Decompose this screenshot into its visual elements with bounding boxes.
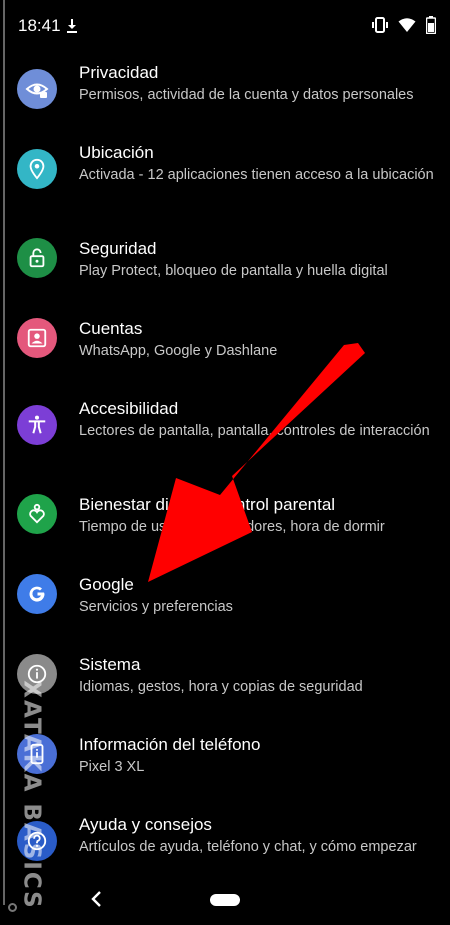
setting-title: Seguridad [79, 239, 157, 258]
setting-title: Cuentas [79, 319, 143, 338]
download-icon [67, 19, 77, 33]
setting-item-ubicacion[interactable]: Ubicación Activada - 12 aplicaciones tie… [0, 140, 450, 210]
setting-subtitle: Pixel 3 XL [79, 759, 145, 775]
setting-subtitle: Activada - 12 aplicaciones tienen acceso… [79, 167, 434, 183]
setting-subtitle: Lectores de pantalla, pantalla, controle… [79, 423, 430, 439]
account-box-icon [17, 318, 57, 358]
setting-title: Sistema [79, 655, 141, 674]
setting-subtitle: Tiempo de uso, temporizadores, hora de d… [79, 519, 385, 535]
setting-item-bienestar-digital[interactable]: Bienestar digital y control parental Tie… [0, 492, 450, 552]
setting-item-sistema[interactable]: Sistema Idiomas, gestos, hora y copias d… [0, 652, 450, 712]
battery-icon [426, 16, 436, 34]
setting-title: Google [79, 575, 134, 594]
setting-subtitle: Permisos, actividad de la cuenta y datos… [79, 87, 414, 103]
setting-item-privacidad[interactable]: Privacidad Permisos, actividad de la cue… [0, 60, 450, 130]
vibrate-icon [372, 17, 388, 33]
setting-title: Información del teléfono [79, 735, 261, 754]
setting-item-accesibilidad[interactable]: Accesibilidad Lectores de pantalla, pant… [0, 396, 450, 466]
setting-subtitle: Idiomas, gestos, hora y copias de seguri… [79, 679, 363, 695]
setting-title: Privacidad [79, 63, 159, 82]
status-icons [372, 16, 436, 34]
setting-subtitle: Play Protect, bloqueo de pantalla y huel… [79, 263, 388, 279]
status-time: 18:41 [18, 16, 61, 35]
setting-subtitle: Artículos de ayuda, teléfono y chat, y c… [79, 839, 417, 855]
accessibility-icon [17, 405, 57, 445]
privacy-eye-icon [17, 69, 57, 109]
setting-title: Accesibilidad [79, 399, 179, 418]
setting-subtitle: WhatsApp, Google y Dashlane [79, 343, 278, 359]
status-bar: 18:41 [0, 0, 450, 52]
wellbeing-heart-icon [17, 494, 57, 534]
watermark: XATAKA BASICS [14, 680, 50, 909]
back-icon[interactable] [90, 890, 104, 908]
setting-item-seguridad[interactable]: Seguridad Play Protect, bloqueo de panta… [0, 236, 450, 296]
setting-title: Bienestar digital y control parental [79, 495, 336, 514]
setting-item-google[interactable]: Google Servicios y preferencias [0, 572, 450, 632]
setting-subtitle: Servicios y preferencias [79, 599, 233, 615]
setting-item-informacion-telefono[interactable]: Información del teléfono Pixel 3 XL [0, 732, 450, 792]
lock-open-icon [17, 238, 57, 278]
watermark-text: XATAKA BASICS [19, 680, 45, 910]
setting-item-ayuda-consejos[interactable]: Ayuda y consejos Artículos de ayuda, tel… [0, 812, 450, 882]
home-button[interactable] [210, 894, 240, 906]
location-pin-icon [17, 149, 57, 189]
wifi-icon [398, 18, 416, 32]
setting-title: Ubicación [79, 143, 154, 162]
setting-item-cuentas[interactable]: Cuentas WhatsApp, Google y Dashlane [0, 316, 450, 376]
setting-title: Ayuda y consejos [79, 815, 212, 834]
google-g-icon [17, 574, 57, 614]
navigation-bar [0, 878, 450, 925]
